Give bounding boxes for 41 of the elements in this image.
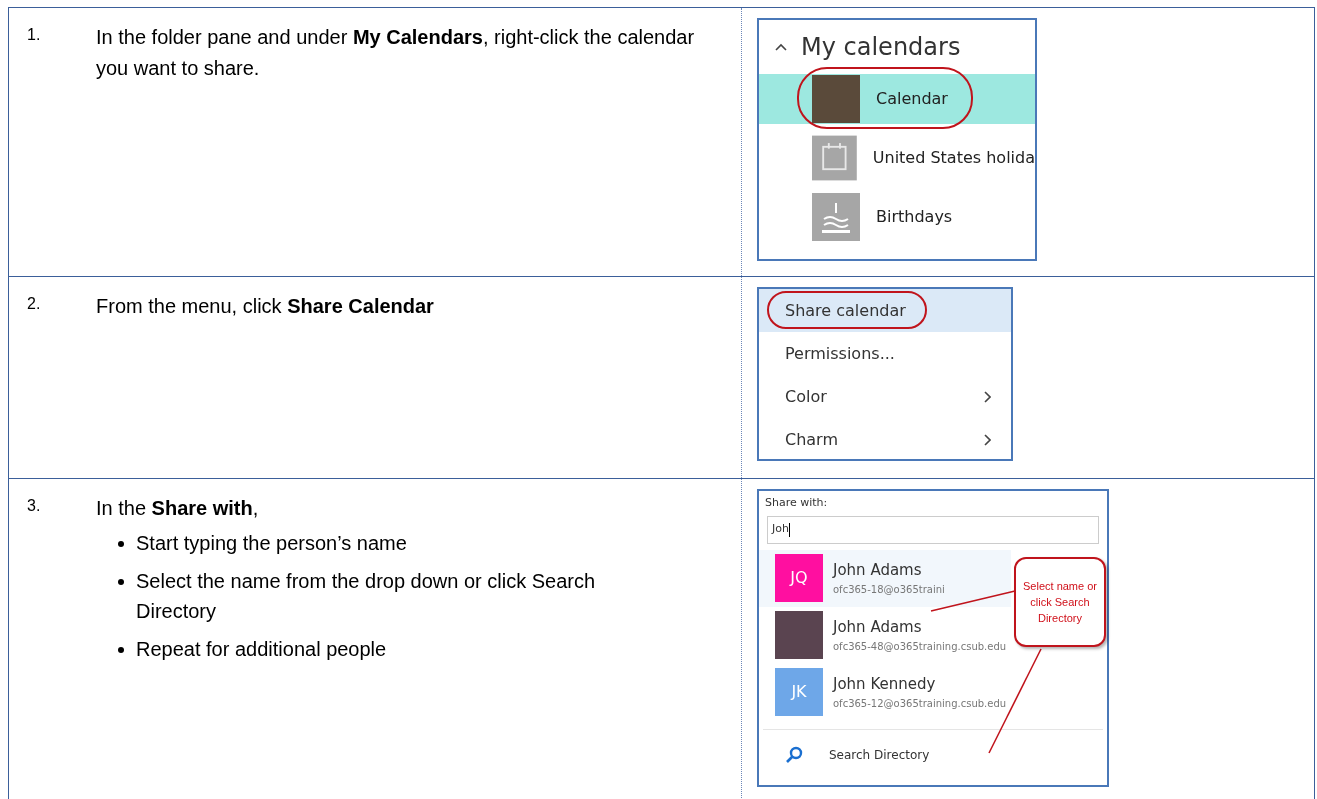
bullet-text: Repeat for additional people bbox=[136, 637, 388, 662]
section-title: My calendars bbox=[801, 32, 961, 63]
calendar-item[interactable]: Birthdays bbox=[759, 192, 1035, 242]
bullet-text: Start typing the person’s name bbox=[136, 531, 408, 556]
contact-name: John Adams bbox=[833, 617, 923, 639]
avatar-initials: JQ bbox=[775, 554, 823, 602]
menu-item[interactable]: Permissions... bbox=[759, 332, 1011, 375]
step-number: 1. bbox=[26, 25, 42, 45]
chevron-up-icon[interactable] bbox=[775, 43, 787, 51]
step-instruction: In the folder pane and under My Calendars, right-click the calendar you want to share. bbox=[96, 25, 696, 81]
step-instruction: From the menu, click Share Calendar bbox=[96, 294, 435, 319]
bullet-icon bbox=[118, 541, 124, 547]
bullet-icon bbox=[118, 579, 124, 585]
calendar-icon bbox=[812, 134, 857, 182]
step-instruction: In the Share with, bbox=[96, 496, 260, 521]
contact-email: ofc365-48@o365training.csub.edu bbox=[833, 639, 1007, 654]
calendar-item[interactable]: Calendar bbox=[759, 74, 1035, 124]
suggestion-item[interactable]: JK John Kennedy ofc365-12@o365training.csub.edu bbox=[759, 663, 1011, 721]
bullet-text: Select the name from the drop down or click Search Directory bbox=[136, 569, 597, 624]
bullet-icon bbox=[118, 647, 124, 653]
step-number: 3. bbox=[26, 496, 42, 516]
share-with-field[interactable]: Joh bbox=[767, 515, 1099, 544]
contact-email: ofc365-18@o365traini bbox=[833, 582, 945, 597]
menu-item[interactable]: Share calendar bbox=[759, 289, 1011, 332]
search-icon bbox=[785, 745, 803, 764]
avatar-initials: JK bbox=[775, 668, 823, 716]
search-directory-link[interactable]: Search Directory bbox=[829, 745, 930, 764]
callout-tooltip: Select name or click Search Directory bbox=[1014, 557, 1106, 647]
field-label: Share with: bbox=[764, 495, 829, 511]
contact-email: ofc365-12@o365training.csub.edu bbox=[833, 696, 1007, 711]
contact-name: John Adams bbox=[833, 560, 923, 582]
photo-placeholder bbox=[775, 611, 823, 659]
suggestion-item[interactable]: JQ John Adams ofc365-18@o365traini bbox=[759, 549, 1011, 607]
menu-item[interactable]: Color bbox=[759, 375, 1011, 418]
contact-name: John Kennedy bbox=[833, 674, 937, 696]
calendar-item[interactable]: United States holida bbox=[759, 133, 1035, 183]
photo-placeholder bbox=[812, 75, 860, 123]
cake-icon bbox=[812, 193, 860, 241]
step-number: 2. bbox=[26, 294, 42, 314]
menu-item[interactable]: Charm bbox=[759, 418, 1011, 461]
suggestion-item[interactable]: John Adams ofc365-48@o365training.csub.edu bbox=[759, 606, 1011, 664]
